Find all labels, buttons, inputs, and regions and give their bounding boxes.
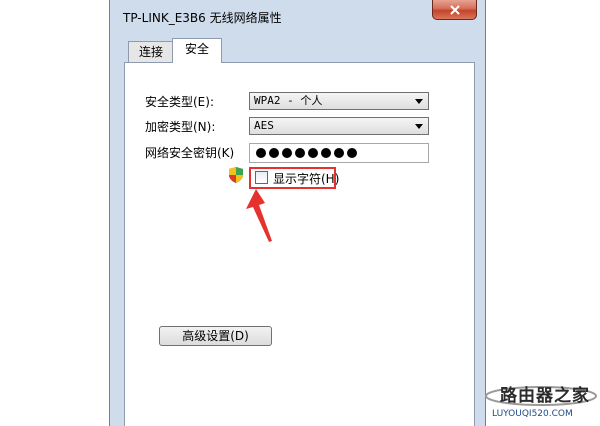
properties-dialog: TP-LINK_E3B6 无线网络属性 连接 安全 安全类型(E): WPA2 … [109, 0, 486, 426]
watermark-text: 路由器之家 [500, 386, 590, 406]
security-type-select[interactable]: WPA2 - 个人 [249, 92, 429, 110]
tab-connection[interactable]: 连接 [128, 41, 174, 62]
encryption-type-value: AES [254, 119, 274, 132]
password-mask-dot [282, 148, 292, 158]
title-bar[interactable]: TP-LINK_E3B6 无线网络属性 [110, 0, 485, 34]
tab-security[interactable]: 安全 [172, 38, 222, 63]
password-mask-dot [321, 148, 331, 158]
watermark-url: LUYOUQI520.COM [492, 409, 573, 419]
password-mask-dot [295, 148, 305, 158]
advanced-settings-button[interactable]: 高级设置(D) [159, 326, 272, 346]
window-title: TP-LINK_E3B6 无线网络属性 [123, 11, 282, 25]
network-key-label: 网络安全密钥(K) [145, 146, 235, 160]
password-mask-dot [347, 148, 357, 158]
show-characters-checkbox[interactable] [255, 171, 268, 184]
password-mask-dot [256, 148, 266, 158]
security-type-value: WPA2 - 个人 [254, 94, 323, 107]
close-button[interactable] [432, 0, 477, 20]
show-characters-label: 显示字符(H) [273, 172, 340, 186]
encryption-type-label: 加密类型(N): [145, 120, 216, 134]
close-icon [449, 4, 460, 15]
password-mask-dot [308, 148, 318, 158]
chevron-down-icon [415, 99, 423, 104]
password-mask-dot [269, 148, 279, 158]
password-mask-dot [334, 148, 344, 158]
network-key-input[interactable] [249, 143, 429, 163]
security-type-label: 安全类型(E): [145, 95, 214, 109]
security-panel: 安全类型(E): WPA2 - 个人 加密类型(N): AES 网络安全密钥(K… [124, 62, 475, 426]
chevron-down-icon [415, 124, 423, 129]
encryption-type-select[interactable]: AES [249, 117, 429, 135]
annotation-arrow-icon [246, 189, 272, 242]
shield-icon [229, 167, 243, 183]
